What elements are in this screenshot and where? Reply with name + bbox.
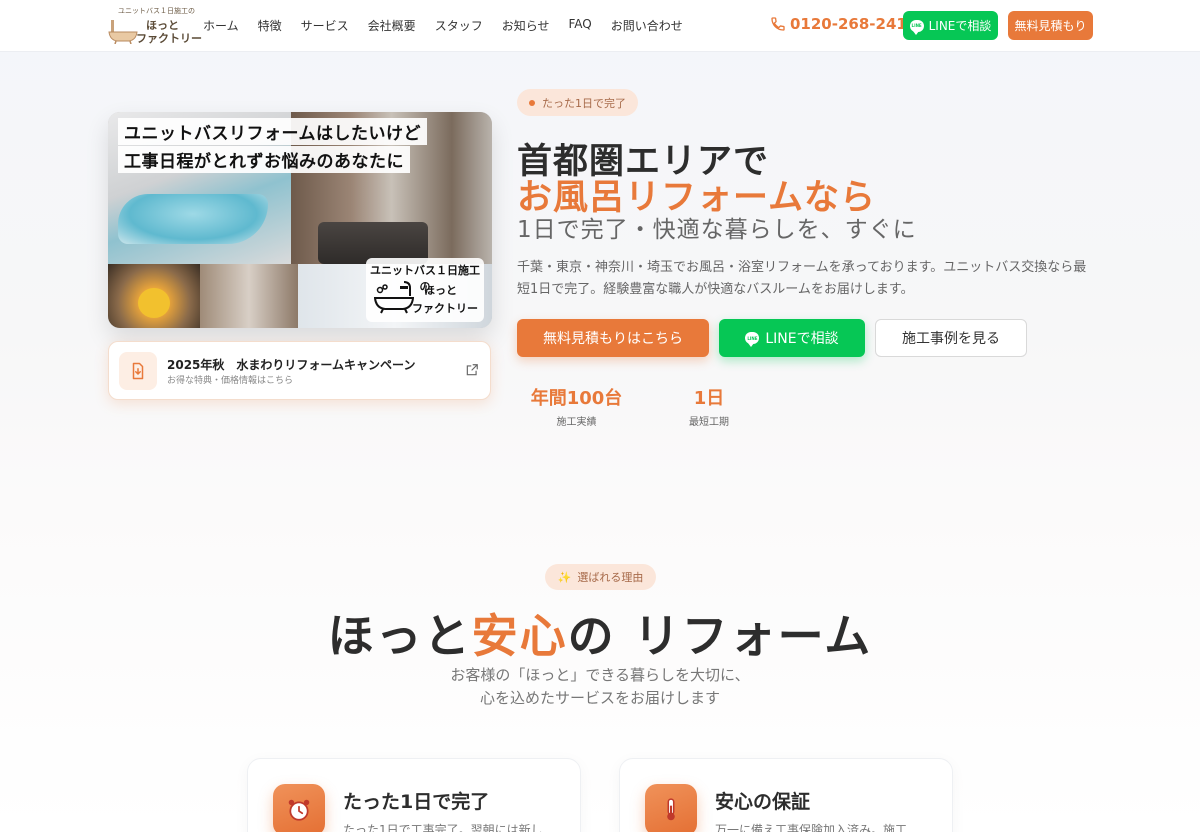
badge-line-2: ほっと — [424, 284, 457, 297]
thermometer-icon — [645, 784, 697, 832]
nav-features[interactable]: 特徴 — [258, 17, 282, 34]
phone-number: 0120-268-241 — [790, 15, 907, 33]
hero-image-caption-1: ユニットバスリフォームはしたいけど — [118, 118, 427, 145]
nav-faq[interactable]: FAQ — [568, 17, 591, 34]
stat-label: 最短工期 — [689, 417, 729, 428]
stat-label: 施工実績 — [556, 417, 597, 428]
nav-company[interactable]: 会社概要 — [368, 17, 416, 34]
header-estimate-button[interactable]: 無料見積もり — [1008, 11, 1093, 40]
nav-home[interactable]: ホーム — [203, 17, 239, 34]
phone-link[interactable]: 0120-268-241 — [770, 15, 907, 33]
nav-staff[interactable]: スタッフ — [435, 17, 483, 34]
bathtub-photo — [118, 194, 268, 244]
bathtub-shower-icon — [374, 281, 414, 314]
phone-icon — [771, 17, 785, 31]
campaign-title: 2025年秋 水まわりリフォームキャンペーン — [167, 358, 416, 372]
reasons-pill-text: 選ばれる理由 — [577, 571, 644, 584]
reason-card-title: 安心の保証 — [715, 791, 811, 813]
logo-text-line2: ファクトリー — [136, 32, 202, 45]
hero-estimate-button[interactable]: 無料見積もりはこちら — [517, 319, 709, 357]
nav-services[interactable]: サービス — [301, 17, 349, 34]
hero-image-caption-2: 工事日程がとれずお悩みのあなたに — [118, 146, 410, 173]
hero-pill-text: たった1日で完了 — [542, 96, 626, 110]
header-line-button[interactable]: LINE LINEで相談 — [903, 11, 998, 40]
hero-image: ユニットバスリフォームはしたいけど 工事日程がとれずお悩みのあなたに ユニットバ… — [108, 112, 492, 328]
logo-tagline: ユニットバス１日施工の — [118, 7, 195, 15]
stat-shortest-period: 1日 最短工期 — [680, 384, 738, 428]
nav-news[interactable]: お知らせ — [502, 17, 550, 34]
rubber-duck-icon — [138, 288, 170, 318]
pill-dot-icon — [529, 99, 535, 106]
main-nav: ホーム 特徴 サービス 会社概要 スタッフ お知らせ FAQ お問い合わせ — [203, 17, 702, 34]
sparkle-icon: ✨ — [557, 570, 572, 584]
header-line-label: LINEで相談 — [928, 19, 992, 33]
reasons-subtitle: お客様の「ほっと」できる暮らしを大切に、 心を込めたサービスをお届けします — [0, 664, 1200, 710]
hero-description: 千葉・東京・神奈川・埼玉でお風呂・浴室リフォームを承っております。ユニットバス交… — [517, 260, 1087, 297]
hero-line-button[interactable]: LINE LINEで相談 — [719, 319, 865, 357]
reasons-title-accent: 安心 — [471, 609, 568, 663]
reasons-title-part1: ほっと — [327, 609, 472, 663]
campaign-subtitle: お得な特典・価格情報はこちら — [167, 376, 294, 386]
hero-cases-button[interactable]: 施工事例を見る — [875, 319, 1027, 357]
stat-annual-installs: 年間100台 施工実績 — [530, 384, 623, 428]
stat-value: 1日 — [693, 388, 725, 409]
reasons-title: ほっと安心の リフォーム — [0, 600, 1200, 666]
reasons-pill-badge: ✨ 選ばれる理由 — [545, 564, 656, 590]
bathroom-photo-3 — [200, 264, 298, 328]
nav-contact[interactable]: お問い合わせ — [611, 17, 683, 34]
hero-image-logo-badge: ユニットバス１日施工の ほっと ファクトリー — [366, 258, 484, 322]
campaign-card[interactable]: 2025年秋 水まわりリフォームキャンペーン お得な特典・価格情報はこちら — [108, 341, 491, 400]
site-header: ユニットバス１日施工の ほっと ファクトリー ホーム 特徴 サービス 会社概要 … — [0, 0, 1200, 52]
alarm-clock-icon — [273, 784, 325, 832]
reasons-title-part2: の リフォーム — [567, 609, 873, 663]
hero-pill-badge: たった1日で完了 — [517, 89, 638, 116]
reason-card-warranty: 安心の保証 万一に備え工事保険加入済み。施工 — [619, 758, 953, 832]
site-logo[interactable]: ユニットバス１日施工の ほっと ファクトリー — [108, 4, 202, 46]
bathtub-logo-icon — [108, 20, 138, 44]
stat-value: 年間100台 — [530, 388, 623, 409]
line-icon: LINE — [909, 19, 924, 35]
reason-card-one-day: たった1日で完了 たった1日で工事完了。翌朝には新し — [247, 758, 581, 832]
reason-card-text: 万一に備え工事保険加入済み。施工 — [715, 823, 908, 832]
hero-subtitle: 1日で完了・快適な暮らしを、すぐに — [517, 217, 917, 243]
badge-line-3: ファクトリー — [412, 302, 478, 315]
hero-line-label: LINEで相談 — [765, 331, 839, 347]
reasons-subtitle-line1: お客様の「ほっと」できる暮らしを大切に、 — [450, 666, 750, 684]
line-icon: LINE — [745, 332, 760, 347]
download-icon — [119, 352, 157, 390]
reasons-subtitle-line2: 心を込めたサービスをお届けします — [479, 689, 720, 707]
reason-card-title: たった1日で完了 — [343, 791, 490, 813]
external-link-icon — [466, 364, 478, 376]
reason-card-text: たった1日で工事完了。翌朝には新し — [343, 823, 543, 832]
